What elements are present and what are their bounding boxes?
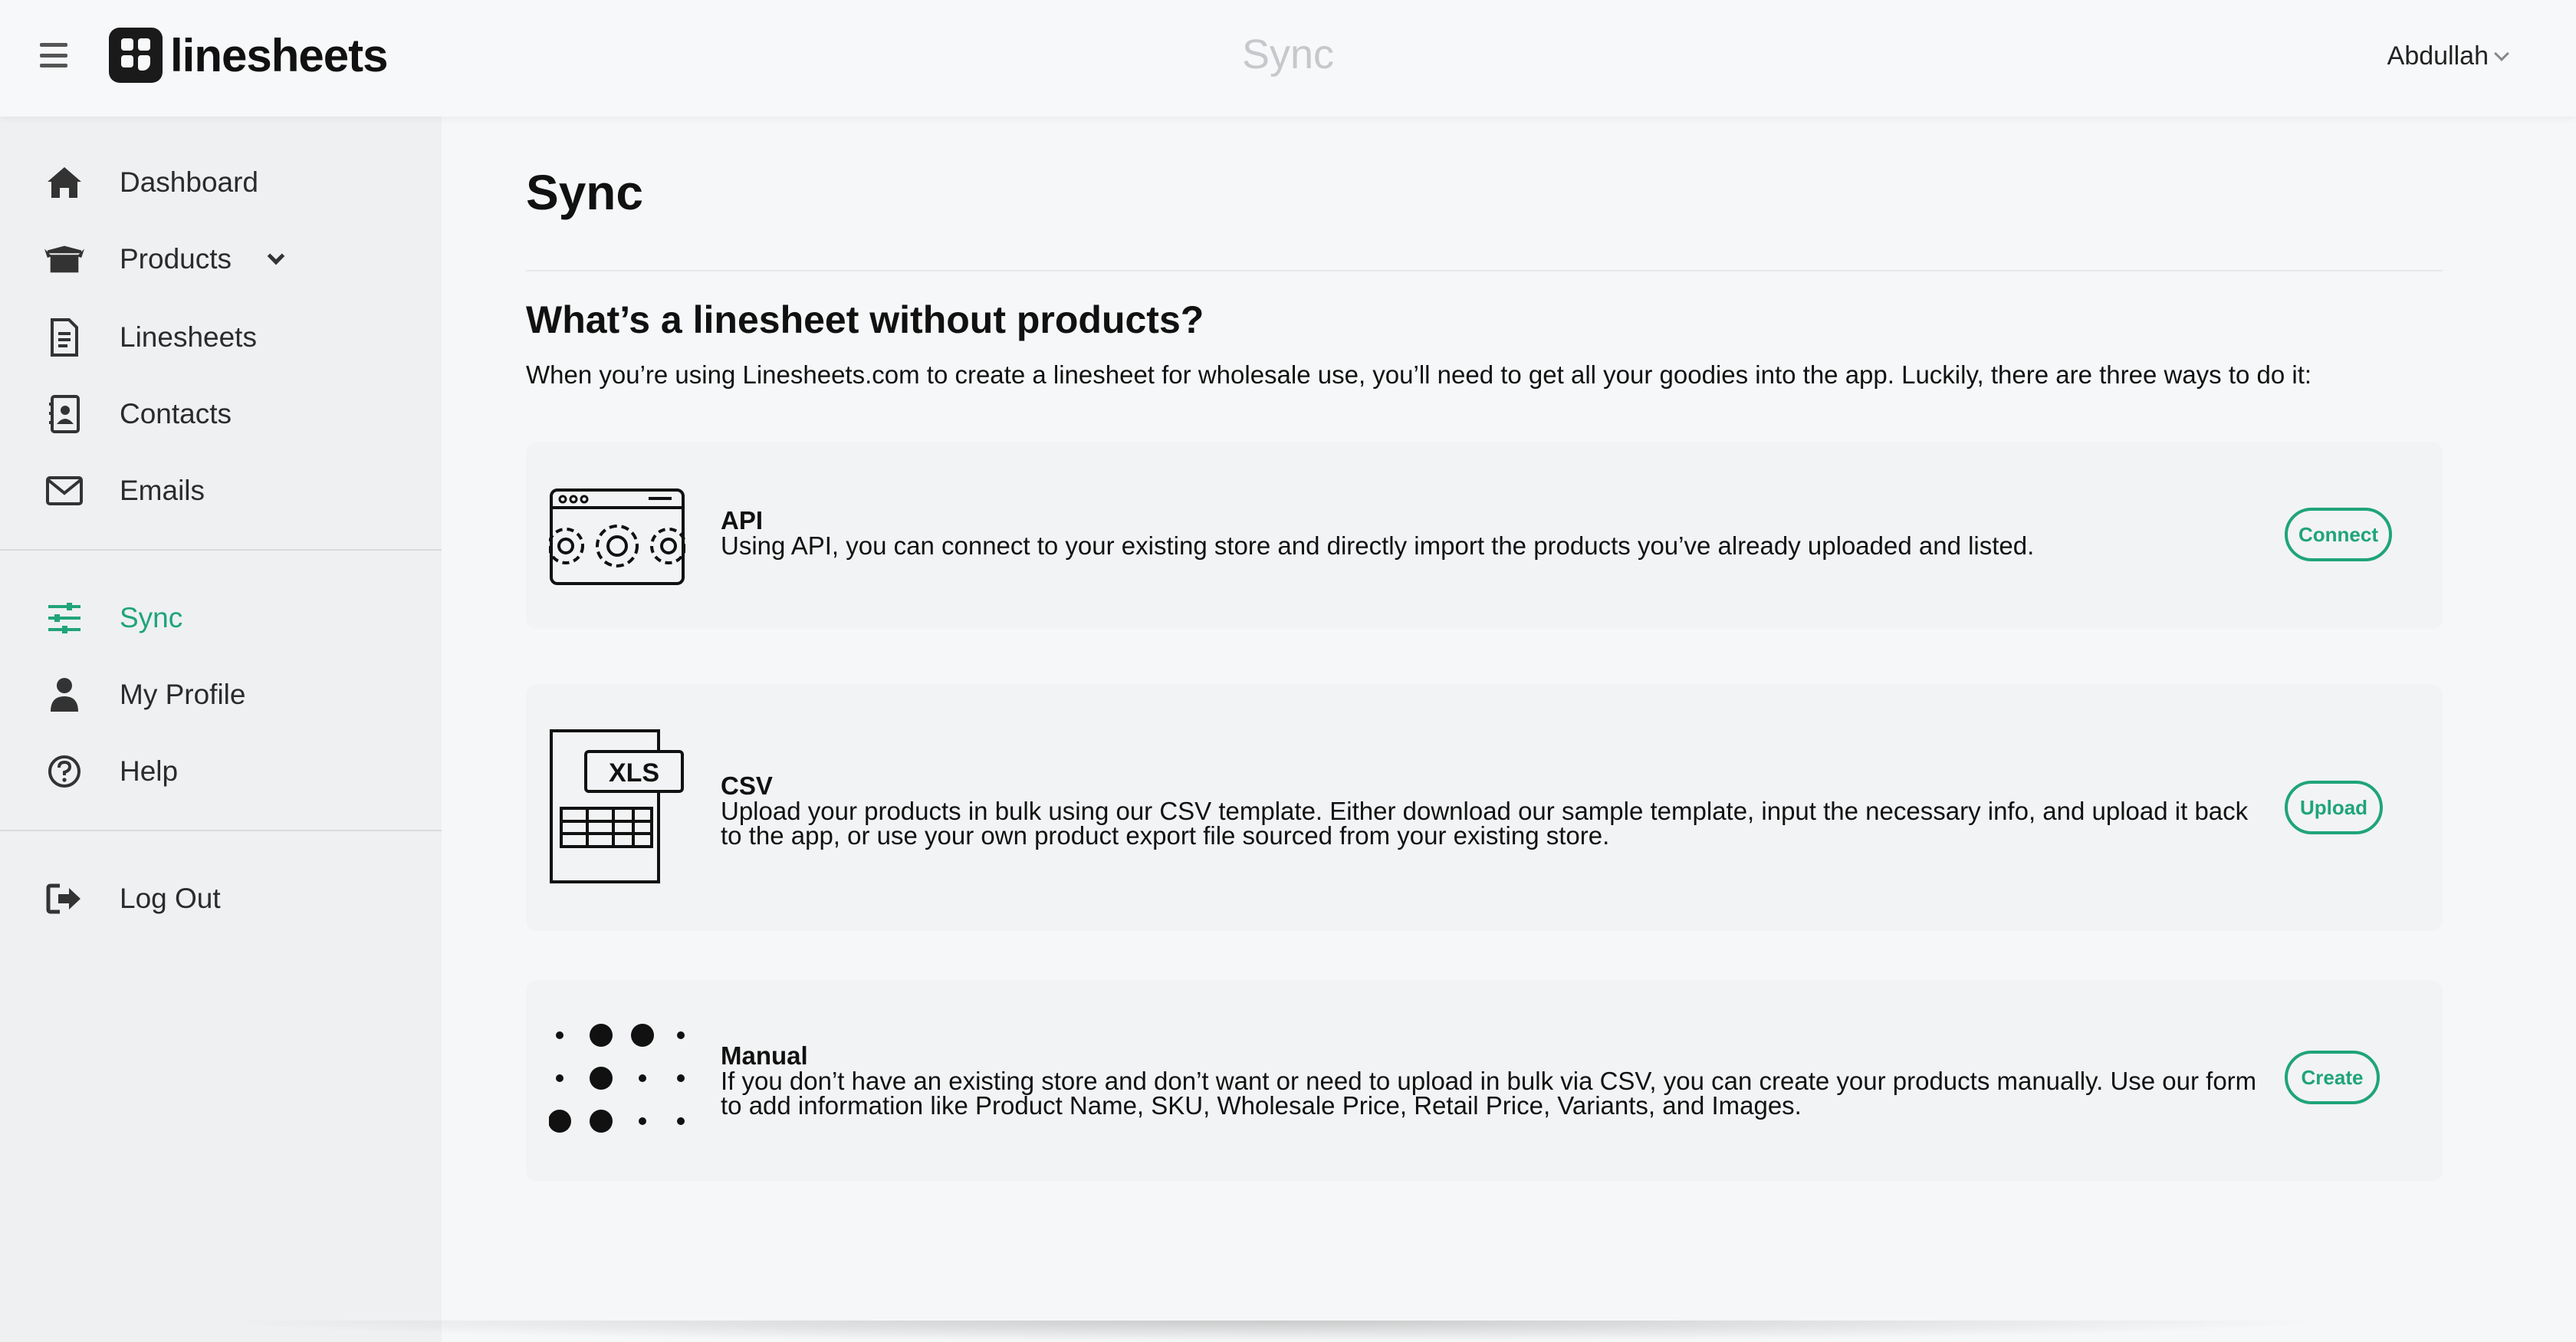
card-text: CSV Upload your products in bulk using o… [721, 771, 2266, 850]
hamburger-icon[interactable] [40, 43, 67, 67]
linesheets-logo-icon [109, 28, 163, 83]
sidebar-item-linesheets[interactable]: Linesheets [0, 304, 442, 371]
card-description: Upload your products in bulk using our C… [721, 797, 2249, 850]
card-description: Using API, you can connect to your exist… [721, 531, 2035, 560]
address-book-icon [44, 394, 84, 434]
home-icon [44, 163, 84, 202]
card-text: API Using API, you can connect to your e… [721, 506, 2266, 560]
sidebar-item-label: Linesheets [120, 321, 257, 353]
intro-text: When you’re using Linesheets.com to crea… [526, 360, 2312, 389]
sidebar-divider [0, 549, 442, 551]
box-icon [44, 239, 84, 279]
title-divider [526, 270, 2443, 271]
card-title: API [721, 506, 764, 534]
card-title: Manual [721, 1041, 808, 1070]
chevron-down-icon [2494, 45, 2509, 61]
document-icon [44, 317, 84, 357]
dots-pattern-icon [548, 1014, 687, 1150]
sidebar-item-my-profile[interactable]: My Profile [0, 661, 442, 729]
sidebar-item-emails[interactable]: Emails [0, 457, 442, 525]
sliders-icon [44, 598, 84, 638]
api-gears-icon [547, 488, 687, 590]
section-heading: What’s a linesheet without products? [526, 298, 1204, 341]
sync-option-card-csv: XLS CSV Upload your products in bulk usi… [526, 684, 2443, 931]
sidebar-item-label: Emails [120, 475, 205, 506]
sidebar-item-label: Dashboard [120, 166, 259, 198]
sidebar-item-label: Products [120, 243, 232, 275]
card-description: If you don’t have an existing store and … [721, 1067, 2257, 1120]
sidebar-item-dashboard[interactable]: Dashboard [0, 149, 442, 216]
user-name: Abdullah [2387, 41, 2489, 71]
sidebar-item-label: Help [120, 755, 179, 787]
xls-label: XLS [609, 758, 659, 788]
card-text: Manual If you don’t have an existing sto… [721, 1041, 2266, 1120]
sidebar-item-label: Contacts [120, 398, 232, 429]
user-icon [44, 675, 84, 715]
sidebar-item-label: Sync [120, 602, 183, 633]
envelope-icon [44, 471, 84, 511]
main-content: Sync What’s a linesheet without products… [442, 117, 2576, 1342]
sign-out-icon [44, 879, 84, 919]
sidebar-divider [0, 830, 442, 831]
xls-file-icon: XLS [549, 729, 690, 889]
card-title: CSV [721, 771, 773, 800]
question-circle-icon [44, 752, 84, 791]
sidebar-item-contacts[interactable]: Contacts [0, 380, 442, 448]
sync-option-card-manual: Manual If you don’t have an existing sto… [526, 980, 2443, 1181]
top-header: linesheets Sync Abdullah [0, 0, 2576, 117]
sidebar-item-log-out[interactable]: Log Out [0, 865, 442, 932]
sidebar-item-label: Log Out [120, 883, 221, 914]
connect-button[interactable]: Connect [2285, 508, 2392, 561]
user-menu[interactable]: Abdullah [2387, 41, 2509, 71]
sidebar-item-help[interactable]: Help [0, 738, 442, 805]
upload-button[interactable]: Upload [2285, 781, 2383, 834]
sync-option-card-api: API Using API, you can connect to your e… [526, 442, 2443, 629]
create-button[interactable]: Create [2285, 1051, 2380, 1104]
logo[interactable]: linesheets [109, 28, 388, 83]
sidebar-item-label: My Profile [120, 679, 246, 710]
page-title: Sync [526, 165, 643, 220]
sidebar-item-products[interactable]: Products [0, 225, 442, 293]
sidebar: Dashboard Products Linesheets Contacts E… [0, 117, 442, 1342]
chevron-down-icon[interactable] [267, 247, 285, 265]
logo-text: linesheets [170, 29, 388, 81]
sidebar-item-sync[interactable]: Sync [0, 584, 442, 652]
